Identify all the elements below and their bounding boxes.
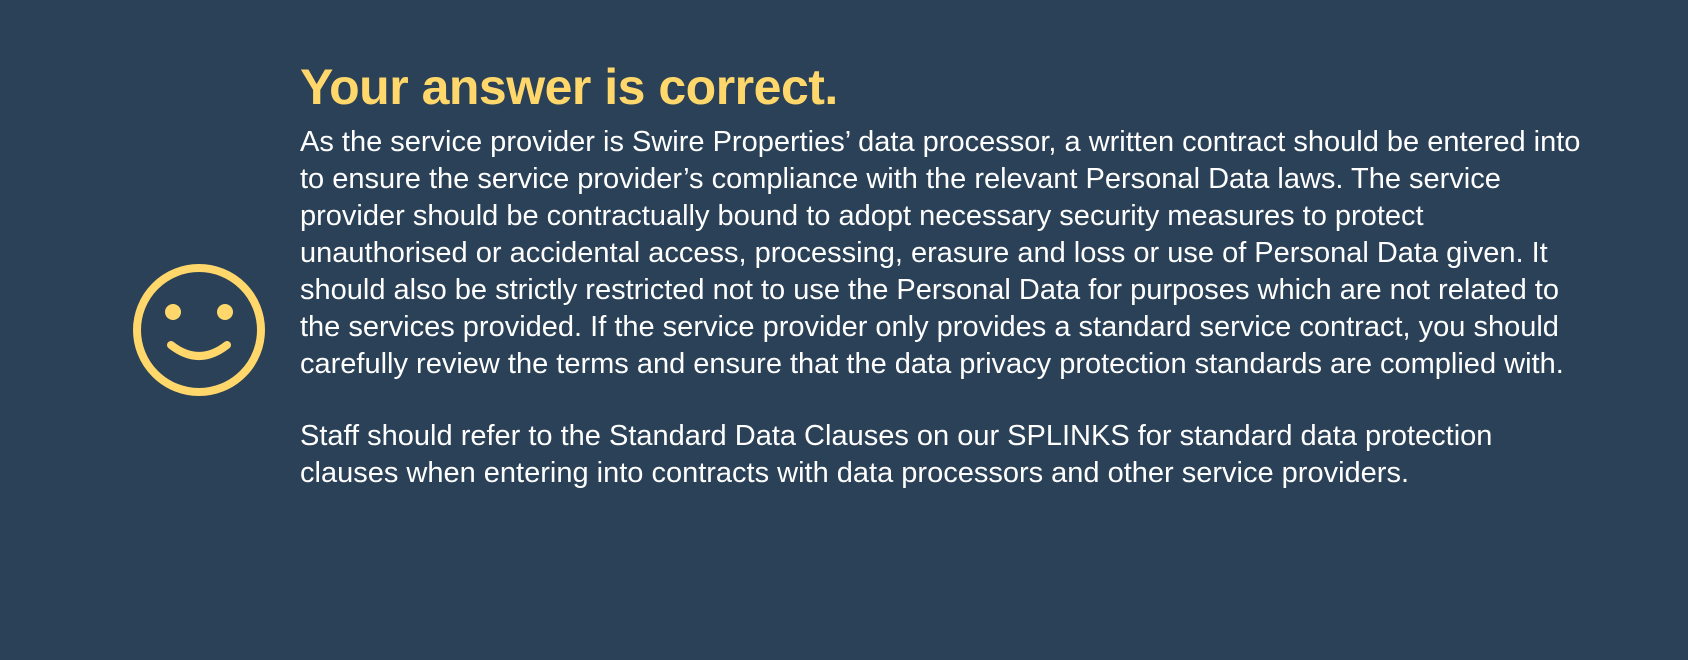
feedback-panel: Your answer is correct. As the service p… — [0, 0, 1688, 660]
smiley-face-icon — [131, 262, 267, 398]
feedback-title: Your answer is correct. — [300, 59, 838, 115]
feedback-content: Your answer is correct. As the service p… — [300, 56, 1600, 492]
feedback-guidance: Staff should refer to the Standard Data … — [300, 420, 1493, 489]
feedback-explanation: As the service provider is Swire Propert… — [300, 126, 1581, 380]
